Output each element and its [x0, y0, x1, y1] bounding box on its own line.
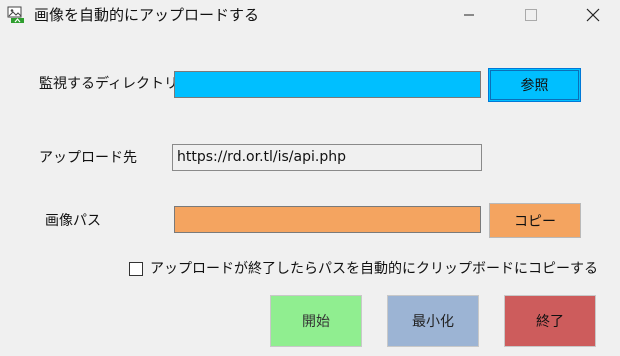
- minimize-icon: [464, 14, 474, 16]
- auto-copy-label[interactable]: アップロードが終了したらパスを自動的にクリップボードにコピーする: [150, 261, 598, 278]
- watch-directory-field[interactable]: [174, 71, 481, 98]
- exit-button-label: 終了: [536, 314, 564, 330]
- auto-copy-checkbox[interactable]: [129, 262, 143, 276]
- start-button[interactable]: 開始: [270, 295, 362, 347]
- copy-button-label: コピー: [514, 213, 556, 230]
- copy-button[interactable]: コピー: [489, 203, 581, 238]
- minimize-window-button[interactable]: [446, 0, 492, 30]
- close-window-button[interactable]: [570, 0, 616, 30]
- upload-url-value: https://rd.or.tl/is/api.php: [177, 149, 346, 165]
- start-button-label: 開始: [302, 314, 330, 330]
- minimize-button-label: 最小化: [412, 314, 454, 330]
- close-icon: [586, 8, 600, 22]
- upload-url-field[interactable]: https://rd.or.tl/is/api.php: [172, 144, 482, 171]
- maximize-window-button[interactable]: [508, 0, 554, 30]
- image-upload-icon: [7, 6, 24, 23]
- minimize-button[interactable]: 最小化: [387, 295, 479, 347]
- image-path-label: 画像パス: [45, 213, 101, 229]
- maximize-icon: [525, 9, 537, 21]
- window-title: 画像を自動的にアップロードする: [34, 6, 260, 24]
- image-path-field[interactable]: [174, 206, 481, 233]
- app-window: 画像を自動的にアップロードする 監視するディレクトリ 参照 アップロード先 ht…: [0, 0, 620, 356]
- title-bar: 画像を自動的にアップロードする: [0, 0, 620, 30]
- watch-directory-label: 監視するディレクトリ: [39, 76, 179, 92]
- upload-url-label: アップロード先: [39, 150, 137, 166]
- browse-button-label: 参照: [520, 78, 549, 94]
- exit-button[interactable]: 終了: [504, 295, 596, 347]
- browse-button[interactable]: 参照: [488, 68, 581, 102]
